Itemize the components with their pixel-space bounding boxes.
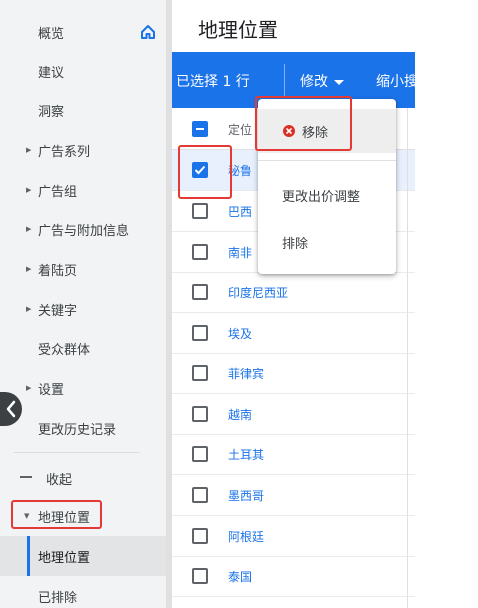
row-checkbox[interactable] xyxy=(192,528,208,544)
menu-item-remove[interactable]: 移除 xyxy=(258,109,396,153)
location-name[interactable]: 墨西哥 xyxy=(228,487,264,504)
sidebar-item-label: 广告与附加信息 xyxy=(38,223,130,239)
row-checkbox[interactable] xyxy=(192,325,208,341)
location-name[interactable]: 阿根廷 xyxy=(228,528,264,545)
caret-right-icon: ▶ xyxy=(26,305,32,313)
remove-icon xyxy=(283,125,295,137)
table-row[interactable]: 墨西哥 xyxy=(172,475,415,516)
row-checkbox[interactable] xyxy=(192,446,208,462)
table-row[interactable]: 印度尼西亚 xyxy=(172,272,415,313)
sidebar-item-settings[interactable]: ▶ 设置 xyxy=(0,368,166,408)
edit-label: 修改 xyxy=(300,74,328,90)
home-icon xyxy=(141,25,155,39)
sidebar-item-change-history[interactable]: 更改历史记录 xyxy=(0,408,166,448)
location-name[interactable]: 南非 xyxy=(228,244,252,261)
row-checkbox[interactable] xyxy=(192,203,208,219)
table-row[interactable]: 土耳其 xyxy=(172,434,415,475)
menu-item-label: 移除 xyxy=(302,125,329,141)
sidebar-item-landing-pages[interactable]: ▶ 着陆页 xyxy=(0,249,166,289)
caret-right-icon: ▶ xyxy=(26,186,32,194)
sidebar-item-label: 关键字 xyxy=(38,303,78,319)
sidebar: 概览 建议 洞察 ▶ 广告系列 ▶ 广告组 ▶ 广告与附加信息 ▶ 着陆页 ▶ … xyxy=(0,0,166,608)
sidebar-item-label: 着陆页 xyxy=(38,263,78,279)
sidebar-item-label: 受众群体 xyxy=(38,342,91,358)
row-checkbox[interactable] xyxy=(192,487,208,503)
sidebar-item-label: 广告组 xyxy=(38,184,78,200)
sidebar-item-overview[interactable]: 概览 xyxy=(0,12,166,52)
row-checkbox[interactable] xyxy=(192,568,208,584)
edit-dropdown-menu: 移除 更改出价调整 排除 xyxy=(258,99,396,274)
sidebar-subitem-geo-locations[interactable]: 地理位置 xyxy=(0,536,166,576)
row-checkbox[interactable] xyxy=(192,244,208,260)
sidebar-item-label: 洞察 xyxy=(38,104,65,120)
location-name[interactable]: 埃及 xyxy=(228,325,252,342)
menu-item-label: 更改出价调整 xyxy=(282,189,361,205)
check-icon xyxy=(194,165,206,175)
caret-right-icon: ▶ xyxy=(26,146,32,154)
row-checkbox[interactable] xyxy=(192,162,208,178)
select-all-checkbox[interactable] xyxy=(192,121,208,137)
row-checkbox[interactable] xyxy=(192,365,208,381)
minus-icon xyxy=(20,476,32,478)
menu-item-exclude[interactable]: 排除 xyxy=(258,220,396,264)
column-header-location[interactable]: 定位 xyxy=(228,121,252,138)
sidebar-item-geo[interactable]: ▼ 地理位置 xyxy=(0,496,166,536)
column-separator xyxy=(407,108,408,608)
sidebar-item-ads-extensions[interactable]: ▶ 广告与附加信息 xyxy=(0,209,166,249)
menu-item-label: 排除 xyxy=(282,236,309,252)
caret-right-icon: ▶ xyxy=(26,384,32,392)
selection-indicator xyxy=(27,536,30,576)
sidebar-collapse-button[interactable]: 收起 xyxy=(0,458,166,498)
menu-divider xyxy=(258,160,396,161)
main-content: 地理位置 已选择 1 行 修改 缩小搜 定位 秘鲁 巴西 南非 印度尼西亚 埃及… xyxy=(172,0,415,608)
row-checkbox[interactable] xyxy=(192,284,208,300)
sidebar-item-insights[interactable]: 洞察 xyxy=(0,90,166,130)
sidebar-item-audiences[interactable]: 受众群体 xyxy=(0,328,166,368)
sidebar-divider xyxy=(14,452,140,453)
caret-right-icon: ▶ xyxy=(26,265,32,273)
sidebar-item-keywords[interactable]: ▶ 关键字 xyxy=(0,289,166,329)
sidebar-item-ad-groups[interactable]: ▶ 广告组 xyxy=(0,170,166,210)
location-name[interactable]: 越南 xyxy=(228,406,252,423)
location-name[interactable]: 巴西 xyxy=(228,203,252,220)
sidebar-item-recommendations[interactable]: 建议 xyxy=(0,51,166,91)
menu-item-change-bid-adjustment[interactable]: 更改出价调整 xyxy=(258,173,396,217)
sidebar-item-label: 收起 xyxy=(46,472,73,488)
sidebar-item-label: 建议 xyxy=(38,65,65,81)
caret-down-icon: ▼ xyxy=(24,512,30,520)
sidebar-item-campaigns[interactable]: ▶ 广告系列 xyxy=(0,130,166,170)
table-row[interactable]: 阿根廷 xyxy=(172,516,415,557)
sidebar-item-label: 概览 xyxy=(38,26,65,42)
sidebar-item-label: 已排除 xyxy=(38,590,78,606)
location-name[interactable]: 秘鲁 xyxy=(228,162,252,179)
edit-menu-button[interactable]: 修改 xyxy=(300,71,344,91)
location-name[interactable]: 印度尼西亚 xyxy=(228,284,288,301)
chevron-left-icon xyxy=(6,400,16,418)
location-name[interactable]: 泰国 xyxy=(228,568,252,585)
sidebar-item-label: 地理位置 xyxy=(38,550,91,566)
table-row[interactable]: 菲律宾 xyxy=(172,353,415,394)
action-bar-divider xyxy=(284,64,285,96)
sidebar-item-label: 地理位置 xyxy=(38,510,91,526)
table-row[interactable]: 泰国 xyxy=(172,556,415,597)
table-row[interactable]: 埃及 xyxy=(172,313,415,354)
page-title: 地理位置 xyxy=(198,18,278,42)
sidebar-item-label: 更改历史记录 xyxy=(38,422,117,438)
location-name[interactable]: 菲律宾 xyxy=(228,365,264,382)
table-row[interactable]: 越南 xyxy=(172,394,415,435)
caret-right-icon: ▶ xyxy=(26,225,32,233)
location-name[interactable]: 土耳其 xyxy=(228,446,264,463)
selection-count: 已选择 1 行 xyxy=(176,74,250,90)
dropdown-arrow-icon xyxy=(334,79,344,85)
sidebar-item-label: 广告系列 xyxy=(38,144,91,160)
shrink-search-button[interactable]: 缩小搜 xyxy=(376,71,415,91)
sidebar-subitem-excluded[interactable]: 已排除 xyxy=(0,576,166,608)
sidebar-item-label: 设置 xyxy=(38,382,65,398)
row-checkbox[interactable] xyxy=(192,406,208,422)
